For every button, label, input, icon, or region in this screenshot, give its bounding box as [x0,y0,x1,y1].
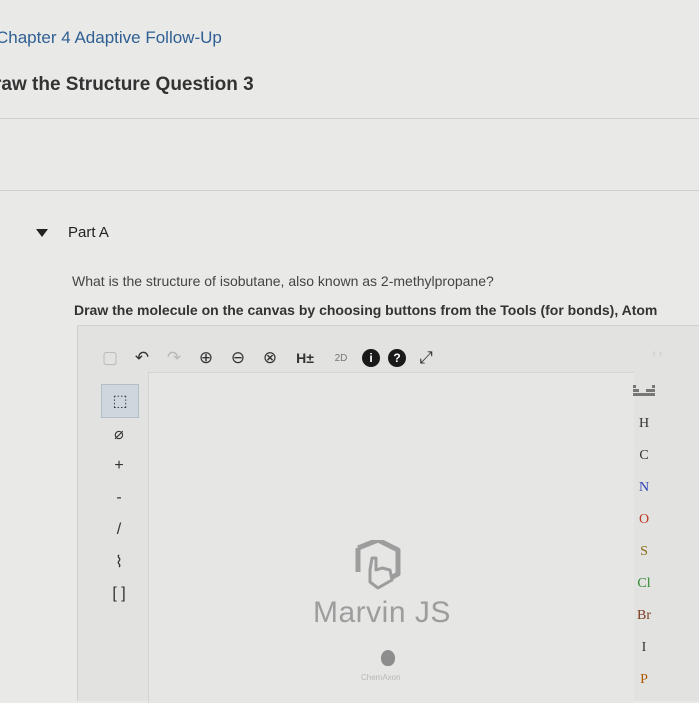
undo-icon[interactable]: ↶ [130,346,154,370]
help-icon[interactable]: ? [388,349,406,367]
divider [0,118,699,119]
new-document-icon[interactable]: ▢ [98,346,122,370]
atom-cl-button[interactable]: Cl [626,568,662,600]
atom-palette: H C N O S Cl Br I P [624,376,664,696]
divider [0,190,699,191]
select-tool-icon[interactable]: ⬚ [101,384,139,418]
redo-icon[interactable]: ↷ [162,346,186,370]
collapse-caret-icon[interactable] [36,228,48,237]
atom-s-button[interactable]: S [626,536,662,568]
part-label: Part A [68,224,109,241]
editor-toolbar: ▢ ↶ ↷ ⊕ ⊖ ⊗ H± 2D i ? ⤢ [98,346,438,370]
chemaxon-logo-icon [381,650,395,666]
atom-n-button[interactable]: N [626,472,662,504]
assignment-title: raw the Structure Question 3 [0,74,254,95]
atom-i-button[interactable]: I [626,632,662,664]
single-bond-icon[interactable]: / [101,514,137,546]
chain-tool-icon[interactable]: ⌇ [101,546,137,578]
left-toolbar: ⬚ ⌀ + - / ⌇ [ ] [101,384,141,610]
zoom-reset-icon[interactable]: ⊗ [258,346,282,370]
charge-minus-button[interactable]: - [101,482,137,514]
part-header[interactable]: Part A [36,224,109,241]
zoom-out-icon[interactable]: ⊖ [226,346,250,370]
atom-br-button[interactable]: Br [626,600,662,632]
question-instruction: Draw the molecule on the canvas by choos… [74,302,658,318]
charge-plus-button[interactable]: + [101,450,137,482]
course-title: Chapter 4 Adaptive Follow-Up [0,28,222,47]
eraser-icon[interactable]: ⌀ [101,418,137,450]
marvin-logo-icon [355,540,401,590]
info-icon[interactable]: i [362,349,380,367]
question-prompt: What is the structure of isobutane, also… [72,273,494,289]
bracket-tool-icon[interactable]: [ ] [101,578,137,610]
canvas-watermark: Marvin JS [313,596,451,629]
atom-c-button[interactable]: C [626,440,662,472]
clean-2d-button[interactable]: 2D [328,346,354,370]
toolbar-scroll-arrows[interactable]: ‹ › [653,348,662,359]
periodic-table-icon[interactable] [626,376,662,408]
marvin-editor: ▢ ↶ ↷ ⊕ ⊖ ⊗ H± 2D i ? ⤢ ‹ › ⬚ ⌀ + - / ⌇ … [77,325,699,703]
zoom-in-icon[interactable]: ⊕ [194,346,218,370]
hydrogen-toggle-button[interactable]: H± [290,346,320,370]
chemaxon-brand: ChemAxon [361,673,401,682]
atom-p-button[interactable]: P [626,664,662,696]
fullscreen-icon[interactable]: ⤢ [414,346,438,370]
atom-o-button[interactable]: O [626,504,662,536]
atom-h-button[interactable]: H [626,408,662,440]
